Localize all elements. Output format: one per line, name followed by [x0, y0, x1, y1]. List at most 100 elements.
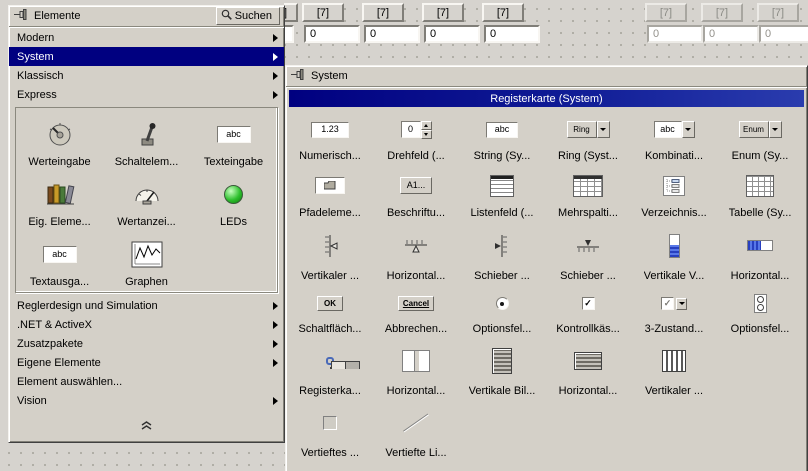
palette-item-horizontal-pointer-slider[interactable]: Schieber ...	[545, 221, 631, 284]
palette-item-label: Horizontal...	[558, 385, 618, 397]
sidebar-item-system[interactable]: System	[9, 47, 284, 66]
palette-item-vertical-slider[interactable]: Vertikaler ...	[287, 221, 373, 284]
vertical-scrollbar-icon	[492, 337, 512, 385]
array-value-clipped	[284, 25, 294, 43]
palette-item-radio-list[interactable]: Optionsfel...	[717, 284, 803, 337]
palette-item-numeric[interactable]: 1.23 Numerisch...	[287, 109, 373, 164]
palette-item-ring[interactable]: Ring Ring (Syst...	[545, 109, 631, 164]
sidebar-item-net-activex[interactable]: .NET & ActiveX	[9, 315, 284, 334]
palette-item-ok-button[interactable]: OK Schaltfläch...	[287, 284, 373, 337]
search-button-label: Suchen	[234, 10, 272, 22]
palette-item-listbox[interactable]: Listenfeld (...	[459, 164, 545, 221]
palette-item-combobox[interactable]: abc Kombinati...	[631, 109, 717, 164]
horizontal-scrollbar-icon	[574, 337, 602, 385]
array-index-display[interactable]: [7]	[422, 3, 464, 22]
recessed-line-icon	[401, 399, 431, 447]
palette-item-tab-control[interactable]: Registerka...	[287, 337, 373, 399]
pin-icon[interactable]	[291, 69, 306, 83]
radio-button-icon	[495, 284, 509, 323]
sidebar-item-reglerdesign[interactable]: Reglerdesign und Simulation	[9, 296, 284, 315]
sidebar-item-express[interactable]: Express	[9, 85, 284, 104]
ring-control-icon: Ring	[566, 109, 610, 150]
sidebar-item-vision[interactable]: Vision	[9, 391, 284, 410]
palette-item-label: Optionsfel...	[730, 323, 790, 335]
palette-item-vertical-splitter[interactable]: Vertikaler ...	[631, 337, 717, 399]
palette-item-label: String (Sy...	[473, 150, 531, 162]
sidebar-item-modern[interactable]: Modern	[9, 28, 284, 47]
sidebar-item-zusatzpakete[interactable]: Zusatzpakete	[9, 334, 284, 353]
palette-item-werteingabe[interactable]: Werteingabe	[16, 110, 103, 170]
tab-control-icon	[326, 337, 360, 385]
array-control: [7] 0	[422, 3, 480, 45]
menu-item-label: .NET & ActiveX	[17, 318, 92, 331]
palette-item-wertanzeige[interactable]: Wertanzei...	[103, 170, 190, 230]
palette-item-enum[interactable]: Enum Enum (Sy...	[717, 109, 803, 164]
palette-item-spin-control[interactable]: 0 Drehfeld (...	[373, 109, 459, 164]
palette-item-vertical-scrollbar[interactable]: Vertikale Bil...	[459, 337, 545, 399]
palette-item-checkbox[interactable]: ✓ Kontrollkäs...	[545, 284, 631, 337]
tristate-checkbox-icon: ✓	[661, 284, 687, 323]
palette-item-radio-button[interactable]: Optionsfel...	[459, 284, 545, 337]
palette-item-vertical-progress[interactable]: Vertikale V...	[631, 221, 717, 284]
sidebar-item-klassisch[interactable]: Klassisch	[9, 66, 284, 85]
palette-item-label: Optionsfel...	[472, 323, 532, 335]
palette-item-label: Vertiefte Li...	[385, 447, 447, 459]
array-index-display[interactable]: [7]	[482, 3, 524, 22]
array-index-display[interactable]: [7]	[362, 3, 404, 22]
palette-item-string[interactable]: abc String (Sy...	[459, 109, 545, 164]
search-button[interactable]: Suchen	[215, 7, 280, 25]
system-palette-window: System Registerkarte (System) 1.23 Numer…	[285, 65, 808, 471]
palette-item-label: Schieber ...	[560, 270, 616, 282]
palette-item-label: Werteingabe	[28, 156, 91, 168]
submenu-arrow-icon	[273, 33, 278, 42]
palette-item-horizontal-scrollbar[interactable]: Horizontal...	[545, 337, 631, 399]
palette-item-textausgabe[interactable]: abc Textausga...	[16, 230, 103, 290]
palette-item-recessed-line[interactable]: Vertiefte Li...	[373, 399, 459, 461]
palette-item-cancel-button[interactable]: Cancel Abbrechen...	[373, 284, 459, 337]
palette-item-schaltelemente[interactable]: Schaltelem...	[103, 110, 190, 170]
palette-item-vertical-pointer-slider[interactable]: Schieber ...	[459, 221, 545, 284]
array-index-display[interactable]: [7]	[302, 3, 344, 22]
palette-item-table[interactable]: Tabelle (Sy...	[717, 164, 803, 221]
pin-icon[interactable]	[14, 9, 29, 23]
palette-item-multicolumn-listbox[interactable]: Mehrspalti...	[545, 164, 631, 221]
array-value-field: 0	[647, 25, 703, 43]
palette-item-label: Schaltelem...	[114, 156, 179, 168]
array-control: [7] 0	[302, 3, 360, 45]
numeric-control-icon: 1.23	[311, 109, 349, 150]
palette-item-graphen[interactable]: Graphen	[103, 230, 190, 290]
palette-item-tree[interactable]: Verzeichnis...	[631, 164, 717, 221]
submenu-arrow-icon	[273, 71, 278, 80]
books-icon	[45, 172, 75, 216]
palette-item-recessed-box[interactable]: Vertieftes ...	[287, 399, 373, 461]
array-value-field[interactable]: 0	[304, 25, 360, 43]
palette-item-label: Graphen	[125, 276, 168, 288]
array-value-field[interactable]: 0	[364, 25, 420, 43]
palette-item-horizontal-slider[interactable]: Horizontal...	[373, 221, 459, 284]
array-value-field[interactable]: 0	[484, 25, 540, 43]
menu-item-label: Modern	[17, 31, 55, 44]
collapse-palette-control[interactable]	[9, 410, 284, 444]
labview-front-panel: ] [7] 0 [7] 0 [7] 0 [7] 0 [7] 0 [7] 0 [7…	[0, 0, 808, 471]
palette-item-label: Enum (Sy...	[731, 150, 789, 162]
palette-item-label: Schaltfläch...	[298, 323, 362, 335]
menu-item-label: Express	[17, 88, 57, 101]
palette-item-caption[interactable]: A1... Beschriftu...	[373, 164, 459, 221]
palette-item-label: Drehfeld (...	[387, 150, 445, 162]
palette-item-texteingabe[interactable]: abc Texteingabe	[190, 110, 277, 170]
palette-item-horizontal-progress[interactable]: Horizontal...	[717, 221, 803, 284]
menu-item-label: Zusatzpakete	[17, 337, 84, 350]
palette-item-path[interactable]: Pfadeleme...	[287, 164, 373, 221]
palette-item-label: Numerisch...	[299, 150, 361, 162]
elements-palette-window: Elemente Suchen Modern System Klassisch	[8, 5, 285, 443]
palette-item-tristate-checkbox[interactable]: ✓ 3-Zustand...	[631, 284, 717, 337]
palette-item-leds[interactable]: LEDs	[190, 170, 277, 230]
sidebar-item-eigene-elemente[interactable]: Eigene Elemente	[9, 353, 284, 372]
palette-item-eigene-elemente[interactable]: Eig. Eleme...	[16, 170, 103, 230]
array-value-field[interactable]: 0	[424, 25, 480, 43]
menu-item-label: Klassisch	[17, 69, 64, 82]
palette-item-label: Beschriftu...	[386, 207, 446, 219]
palette-item-horizontal-splitter[interactable]: Horizontal...	[373, 337, 459, 399]
sidebar-item-element-auswaehlen[interactable]: Element auswählen...	[9, 372, 284, 391]
led-icon	[224, 172, 243, 216]
